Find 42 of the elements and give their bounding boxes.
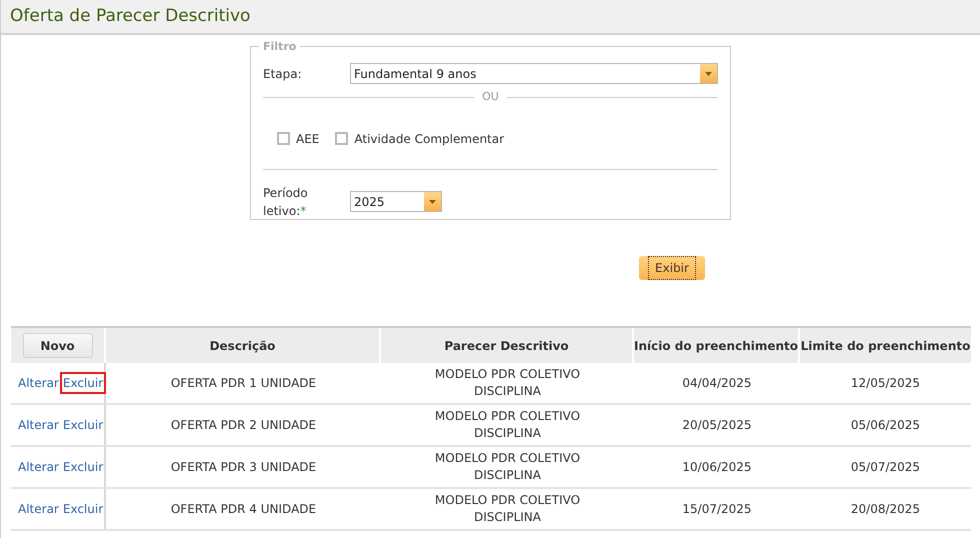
edit-link[interactable]: Alterar <box>18 374 59 392</box>
table-cell-text: 15/07/2025 <box>682 501 752 518</box>
checkbox[interactable] <box>335 132 348 145</box>
column-header: Descrição <box>106 328 381 363</box>
table-cell-text: 20/08/2025 <box>850 501 920 518</box>
table-cell-text: OFERTA PDR 2 UNIDADE <box>170 417 316 434</box>
table-cell-text: MODELO PDR COLETIVO DISCIPLINA <box>434 450 582 484</box>
new-button[interactable]: Novo <box>22 333 92 358</box>
caret-icon <box>700 64 717 83</box>
delete-link[interactable]: Excluir <box>62 374 104 392</box>
edit-link[interactable]: Alterar <box>18 458 59 476</box>
table-cell-text: MODELO PDR COLETIVO DISCIPLINA <box>434 366 582 400</box>
checkbox[interactable] <box>277 132 290 145</box>
page-title: Oferta de Parecer Descritivo <box>10 4 250 28</box>
table-cell-text: 04/04/2025 <box>682 375 752 392</box>
edit-link[interactable]: Alterar <box>18 500 59 518</box>
delete-link[interactable]: Excluir <box>62 416 104 434</box>
table-cell-text: OFERTA PDR 3 UNIDADE <box>170 459 316 476</box>
table-cell-text: OFERTA PDR 1 UNIDADE <box>170 375 316 392</box>
table-cell-text: 20/05/2025 <box>682 417 752 434</box>
table-cell-text: 05/06/2025 <box>850 417 920 434</box>
year-dropdown[interactable]: 2025 <box>350 191 442 212</box>
field-label: Etapa: <box>263 66 303 82</box>
column-header: Início do preenchimento <box>634 328 800 363</box>
column-header: Limite do preenchimento <box>800 338 971 354</box>
field-label: Período letivo:* <box>263 184 309 220</box>
checkbox-label: Atividade Complementar <box>354 130 504 148</box>
delete-link[interactable]: Excluir <box>62 500 104 518</box>
show-button[interactable]: Exibir <box>639 256 705 280</box>
edit-link[interactable]: Alterar <box>18 416 59 434</box>
separator-label: OU <box>482 89 499 105</box>
table-cell-text: OFERTA PDR 4 UNIDADE <box>170 501 316 518</box>
delete-link[interactable]: Excluir <box>62 458 104 476</box>
stage-dropdown[interactable]: Fundamental 9 anos <box>350 63 718 84</box>
column-header: Parecer Descritivo <box>381 328 634 363</box>
table-cell-text: 12/05/2025 <box>850 375 920 392</box>
table-cell-text: MODELO PDR COLETIVO DISCIPLINA <box>434 492 582 526</box>
checkbox-label: AEE <box>296 130 320 148</box>
table-cell-text: 05/07/2025 <box>850 459 920 476</box>
table-cell-text: MODELO PDR COLETIVO DISCIPLINA <box>434 408 582 442</box>
table-cell-text: 10/06/2025 <box>682 459 752 476</box>
caret-icon <box>424 192 441 211</box>
